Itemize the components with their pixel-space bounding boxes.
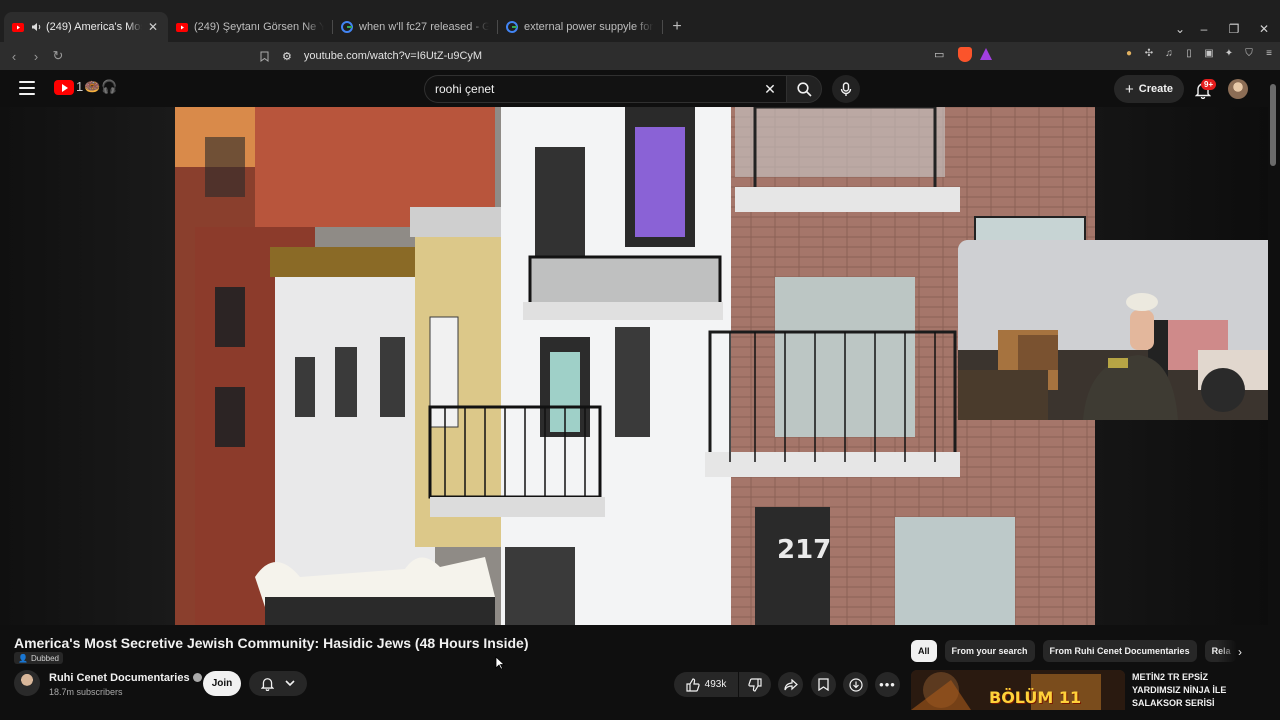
mouse-cursor-icon	[495, 656, 505, 670]
bookmark-icon	[818, 678, 829, 691]
browser-tab-2[interactable]: when w'll fc27 released - Google Sear	[333, 12, 497, 42]
youtube-icon	[176, 21, 188, 33]
verified-check-icon	[192, 673, 202, 682]
tab-title: when w'll fc27 released - Google Sear	[359, 21, 489, 33]
minimize-icon[interactable]: –	[1192, 20, 1216, 38]
youtube-icon	[12, 21, 24, 33]
download-button[interactable]	[843, 672, 868, 697]
address-bar[interactable]: ⚙ youtube.com/watch?v=I6UtZ-u9CyM	[254, 46, 996, 66]
menu-icon[interactable]: ≡	[1262, 46, 1276, 60]
tab-title: (249) Şeytanı Görsen Ne Yaparsın - Yo	[194, 21, 324, 33]
chips-next-icon[interactable]: ›	[1232, 644, 1248, 660]
dubbed-person-icon: 👤	[18, 653, 28, 663]
thumbnail-text: BÖLÜM 11	[989, 688, 1082, 707]
reload-icon[interactable]: ↻	[48, 46, 68, 66]
cast-icon[interactable]: ▭	[934, 48, 944, 61]
youtube-header: 1🍩🎧 roohi çenet ✕ + Create	[0, 70, 1268, 107]
channel-avatar[interactable]	[14, 670, 40, 696]
like-button[interactable]: 493k	[674, 672, 738, 697]
chip-all[interactable]: All	[911, 640, 937, 662]
recommendation-chips: All From your search From Ruhi Cenet Doc…	[911, 640, 1237, 662]
forward-icon[interactable]: ›	[26, 46, 46, 66]
chip-from-channel[interactable]: From Ruhi Cenet Documentaries	[1042, 640, 1197, 662]
google-icon	[341, 21, 353, 33]
create-button[interactable]: + Create	[1114, 75, 1184, 103]
maximize-icon[interactable]: ❐	[1222, 20, 1246, 38]
more-actions-button[interactable]: •••	[875, 672, 900, 697]
video-frame[interactable]: 217	[175, 107, 1095, 625]
extension-icons: ● ✣ ♫ ▯ ▣ ✦ ⛉ ≡	[1122, 46, 1276, 60]
search-input[interactable]: roohi çenet	[424, 75, 788, 103]
channel-name[interactable]: Ruhi Cenet Documentaries	[49, 672, 202, 684]
video-frame-image	[175, 107, 1095, 625]
search-button[interactable]	[786, 75, 822, 103]
youtube-logo-icon[interactable]	[54, 80, 74, 95]
more-dots-icon: •••	[879, 677, 896, 692]
share-button[interactable]	[778, 672, 803, 697]
youtube-doodle[interactable]: 1🍩🎧	[76, 79, 119, 95]
join-button[interactable]: Join	[203, 671, 241, 696]
channel-name-text: Ruhi Cenet Documentaries	[49, 672, 190, 684]
browser-toolbar: ‹ › ↻ ⚙ youtube.com/watch?v=I6UtZ-u9CyM …	[0, 42, 1280, 70]
search-query-text: roohi çenet	[435, 82, 495, 96]
like-count: 493k	[704, 679, 727, 690]
tab-title: external power suppyle for pc for elec	[524, 21, 654, 33]
dubbed-label: Dubbed	[30, 653, 59, 663]
webcam-overlay	[958, 240, 1280, 420]
brave-rewards-icon[interactable]	[980, 48, 992, 60]
subscriber-count: 18.7m subscribers	[49, 687, 123, 697]
browser-tab-1[interactable]: (249) Şeytanı Görsen Ne Yaparsın - Yo	[168, 12, 332, 42]
lamp-icon[interactable]: ●	[1122, 46, 1136, 60]
puzzle-icon[interactable]: ✣	[1142, 46, 1156, 60]
site-info-icon[interactable]: ⚙	[282, 50, 292, 63]
close-tab-icon[interactable]: ✕	[146, 20, 160, 34]
player-letterbox-left	[0, 107, 175, 625]
sidebar-icon[interactable]: ▯	[1182, 46, 1196, 60]
back-icon[interactable]: ‹	[4, 46, 24, 66]
notification-count-badge: 9+	[1201, 79, 1217, 90]
tab-title: (249) America's Most Secretive	[46, 21, 142, 33]
new-tab-button[interactable]: +	[663, 12, 691, 42]
webcam-image	[958, 240, 1280, 420]
microphone-icon	[840, 81, 852, 96]
building-number: 217	[777, 535, 832, 565]
url-text: youtube.com/watch?v=I6UtZ-u9CyM	[303, 50, 483, 62]
vpn-icon[interactable]: ⛉	[1242, 46, 1256, 60]
dubbed-badge: 👤 Dubbed	[14, 652, 63, 664]
music-icon[interactable]: ♫	[1162, 46, 1176, 60]
thumbs-down-icon	[748, 677, 762, 692]
tab-search-icon[interactable]: ⌄	[1168, 20, 1192, 38]
page-scrollbar[interactable]	[1268, 70, 1280, 710]
bell-icon	[260, 677, 274, 691]
clear-search-icon[interactable]: ✕	[760, 79, 780, 99]
recommendation-title[interactable]: METİN2 TR EPSİZ YARDIMSIZ NİNJA İLE SALA…	[1132, 671, 1248, 707]
dislike-button[interactable]	[739, 672, 771, 697]
voice-search-button[interactable]	[832, 75, 860, 103]
google-icon	[506, 21, 518, 33]
scrollbar-thumb[interactable]	[1270, 84, 1276, 166]
share-icon	[783, 678, 798, 690]
recommendation-thumbnail[interactable]: BÖLÜM 11	[911, 670, 1125, 710]
browser-tab-0[interactable]: (249) America's Most Secretive ✕	[4, 12, 168, 42]
chevron-down-icon	[285, 680, 295, 687]
plus-icon: +	[1124, 80, 1134, 98]
thumbs-up-icon	[686, 677, 700, 692]
search-icon	[796, 81, 812, 97]
brave-shield-icon[interactable]	[958, 47, 972, 62]
subscription-bell-button[interactable]	[249, 671, 307, 696]
chip-from-your-search[interactable]: From your search	[944, 640, 1035, 662]
ai-icon[interactable]: ✦	[1222, 46, 1236, 60]
create-label: Create	[1138, 83, 1173, 95]
download-icon	[848, 677, 863, 692]
video-title: America's Most Secretive Jewish Communit…	[14, 635, 529, 651]
browser-tab-strip: (249) America's Most Secretive ✕ (249) Ş…	[0, 0, 1280, 42]
wallet-icon[interactable]: ▣	[1202, 46, 1216, 60]
speaker-icon[interactable]	[30, 21, 42, 33]
hamburger-menu-icon[interactable]	[19, 81, 35, 95]
close-window-icon[interactable]: ✕	[1252, 20, 1276, 38]
save-button[interactable]	[811, 672, 836, 697]
account-avatar[interactable]	[1228, 79, 1248, 99]
browser-tab-3[interactable]: external power suppyle for pc for elec	[498, 12, 662, 42]
